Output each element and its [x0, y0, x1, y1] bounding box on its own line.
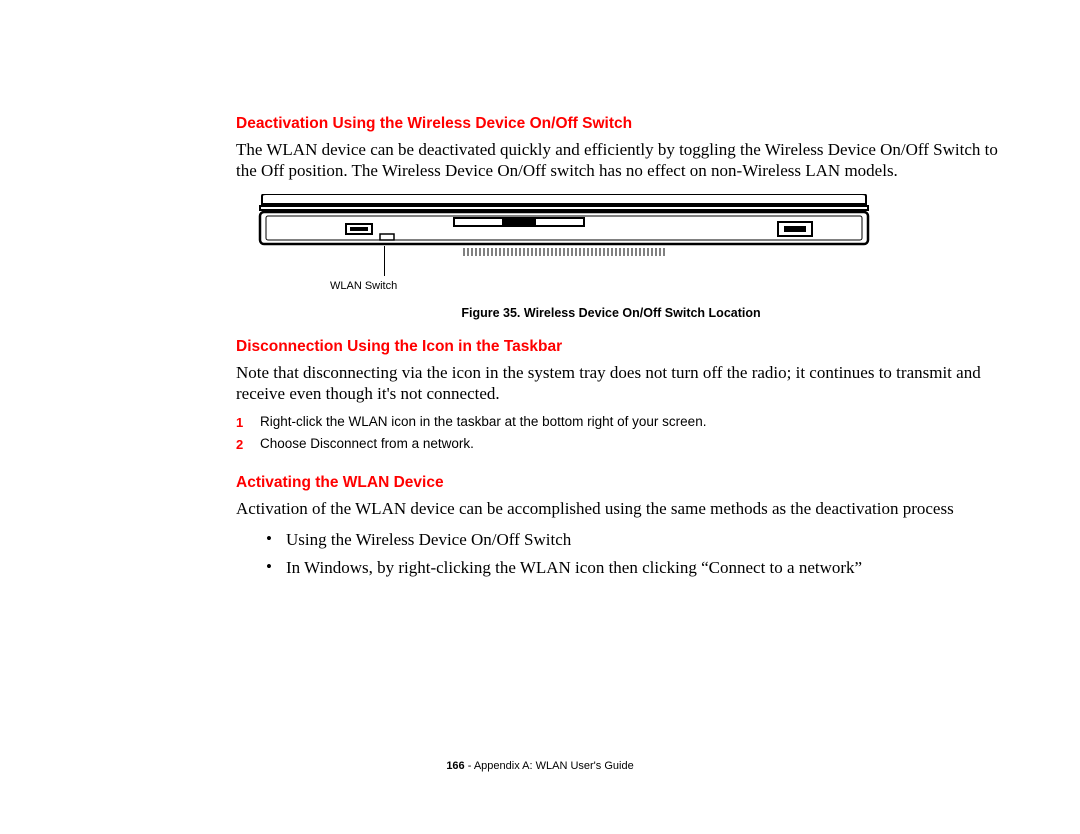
section3-heading: Activating the WLAN Device [236, 474, 1008, 492]
step-row: 1 Right-click the WLAN icon in the taskb… [236, 414, 1008, 430]
step-number: 2 [236, 436, 260, 452]
bullet-icon: • [266, 529, 286, 550]
bullet-icon: • [266, 557, 286, 578]
section1-heading: Deactivation Using the Wireless Device O… [236, 115, 1008, 133]
page-number: 166 [446, 760, 464, 772]
bullet-row: • In Windows, by right-clicking the WLAN… [266, 557, 1008, 578]
step-text: Choose Disconnect from a network. [260, 436, 474, 452]
step-text: Right-click the WLAN icon in the taskbar… [260, 414, 706, 430]
bullet-text: Using the Wireless Device On/Off Switch [286, 529, 571, 550]
page-content: Deactivation Using the Wireless Device O… [0, 0, 1080, 578]
laptop-side-svg [254, 194, 874, 262]
bullet-text: In Windows, by right-clicking the WLAN i… [286, 557, 862, 578]
section2-heading: Disconnection Using the Icon in the Task… [236, 338, 1008, 356]
bullet-list: • Using the Wireless Device On/Off Switc… [266, 529, 1008, 578]
callout-leader-line [384, 246, 385, 276]
section3-body: Activation of the WLAN device can be acc… [236, 498, 1008, 519]
section1-body: The WLAN device can be deactivated quick… [236, 139, 1008, 182]
step-row: 2 Choose Disconnect from a network. [236, 436, 1008, 452]
numbered-steps: 1 Right-click the WLAN icon in the taskb… [236, 414, 1008, 452]
step-number: 1 [236, 414, 260, 430]
figure-caption: Figure 35. Wireless Device On/Off Switch… [214, 306, 1008, 320]
figure-wrap: WLAN Switch Figure 35. Wireless Device O… [254, 194, 1008, 320]
footer-text: Appendix A: WLAN User's Guide [474, 760, 634, 772]
section2-body: Note that disconnecting via the icon in … [236, 362, 1008, 405]
footer-sep: - [465, 760, 474, 772]
bullet-row: • Using the Wireless Device On/Off Switc… [266, 529, 1008, 550]
page-footer: 166 - Appendix A: WLAN User's Guide [0, 760, 1080, 772]
figure-callout: WLAN Switch [330, 280, 397, 292]
device-figure: WLAN Switch [254, 194, 874, 262]
